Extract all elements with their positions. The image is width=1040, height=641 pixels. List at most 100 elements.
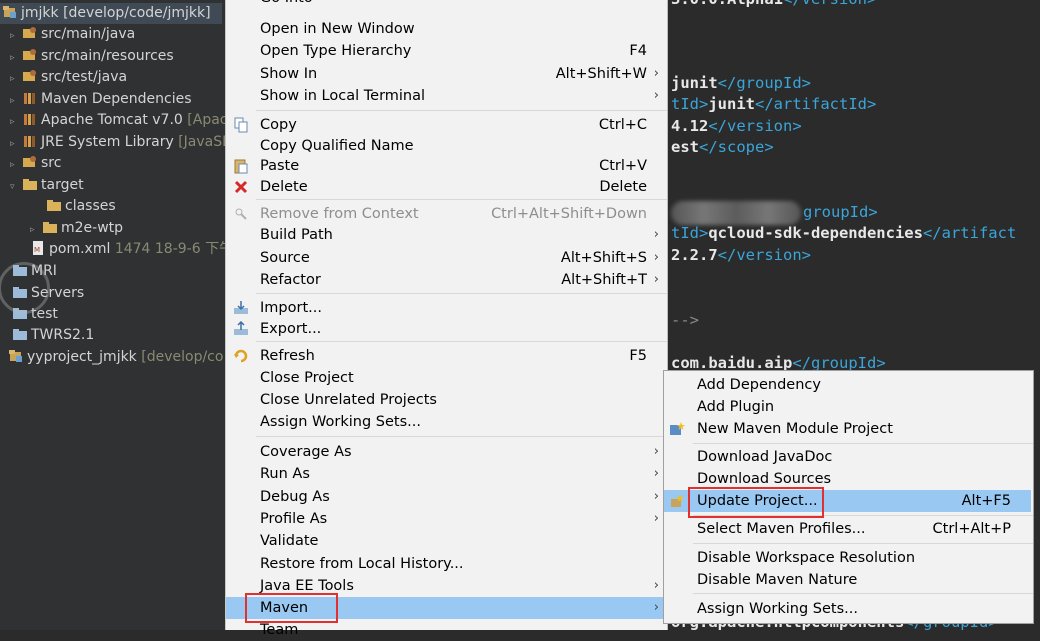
tree-item-label: classes	[65, 198, 116, 214]
tree-item-maven-dependencies[interactable]: ▹ Maven Dependencies	[10, 89, 192, 110]
submenu-arrow-icon: ›	[653, 66, 659, 81]
tree-item-label: Apache Tomcat v7.0	[41, 112, 188, 128]
expand-arrow-icon[interactable]: ▹	[10, 91, 22, 112]
code-line: est</scope>	[671, 138, 774, 156]
submenu-arrow-icon: ›	[653, 600, 659, 615]
menu-item-restore-local-history[interactable]: Restore from Local History...	[226, 553, 667, 575]
tree-item-label: JRE System Library	[41, 134, 179, 150]
source-folder-icon	[22, 47, 38, 63]
submenu-item-disable-maven-nature[interactable]: Disable Maven Nature	[664, 569, 1031, 591]
expand-arrow-icon[interactable]: ▹	[10, 112, 22, 133]
menu-item-build-path[interactable]: Build Path ›	[226, 224, 667, 246]
menu-item-refresh[interactable]: Refresh F5	[226, 345, 667, 367]
submenu-arrow-icon: ›	[653, 511, 659, 526]
menu-item-label: Copy	[260, 117, 297, 133]
menu-separator	[256, 341, 667, 342]
menu-item-label: Disable Maven Nature	[697, 572, 858, 588]
menu-item-label: Source	[260, 250, 310, 266]
menu-item-show-local-terminal[interactable]: Show in Local Terminal ›	[226, 85, 667, 107]
menu-item-coverage-as[interactable]: Coverage As ›	[226, 441, 667, 463]
menu-item-export[interactable]: Export...	[226, 318, 667, 340]
submenu-item-assign-working-sets[interactable]: Assign Working Sets...	[664, 598, 1031, 620]
tree-item-src-main-resources[interactable]: ▹ src/main/resources	[10, 46, 174, 67]
menu-item-debug-as[interactable]: Debug As ›	[226, 486, 667, 508]
library-icon	[22, 90, 38, 106]
menu-item-import[interactable]: Import...	[226, 297, 667, 319]
menu-separator	[693, 443, 1033, 444]
tree-item-m2e-wtp[interactable]: ▹ m2e-wtp	[30, 218, 123, 239]
submenu-arrow-icon: ›	[653, 444, 659, 459]
code-line: tId>qcloud-sdk-dependencies</artifact	[671, 224, 1017, 242]
menu-item-assign-working-sets[interactable]: Assign Working Sets...	[226, 411, 667, 433]
code-line: tId>junit</artifactId>	[671, 95, 877, 113]
tree-item-label: TWRS2.1	[31, 327, 95, 343]
submenu-item-add-plugin[interactable]: Add Plugin	[664, 396, 1031, 418]
menu-item-open-new-window[interactable]: Open in New Window	[226, 18, 667, 40]
menu-item-close-project[interactable]: Close Project	[226, 367, 667, 389]
tree-item-classes[interactable]: classes	[34, 196, 116, 217]
tree-item-decoration: 1474 18-9-6 下午	[114, 241, 232, 257]
menu-item-refactor[interactable]: Refactor Alt+Shift+T ›	[226, 269, 667, 291]
menu-item-validate[interactable]: Validate	[226, 530, 667, 552]
source-folder-icon	[22, 25, 38, 41]
menu-item-show-in[interactable]: Show In Alt+Shift+W ›	[226, 63, 667, 85]
source-folder-icon	[22, 68, 38, 84]
code-line: groupId>	[803, 203, 878, 221]
menu-item-label: Assign Working Sets...	[697, 601, 859, 617]
tree-item-jmjkk[interactable]: jmjkk [develop/code/jmjkk]	[0, 3, 222, 24]
expand-arrow-icon[interactable]: ▹	[30, 220, 42, 241]
tree-item-src-test-java[interactable]: ▹ src/test/java	[10, 67, 127, 88]
menu-item-remove-from-context[interactable]: Remove from Context Ctrl+Alt+Shift+Down	[226, 203, 667, 225]
tree-item-apache-tomcat[interactable]: ▹ Apache Tomcat v7.0 [Apac	[10, 110, 227, 131]
refresh-icon	[233, 348, 249, 364]
expand-arrow-icon[interactable]: ▹	[10, 26, 22, 47]
menu-item-label: New Maven Module Project	[697, 421, 893, 437]
menu-item-label: Profile As	[260, 511, 328, 527]
library-icon	[22, 111, 38, 127]
expand-arrow-icon[interactable]: ▹	[10, 48, 22, 69]
submenu-item-add-dependency[interactable]: Add Dependency	[664, 374, 1031, 396]
tree-item-pom-xml[interactable]: Mpom.xml 1474 18-9-6 下午	[18, 239, 232, 260]
submenu-item-disable-workspace-resolution[interactable]: Disable Workspace Resolution	[664, 547, 1031, 569]
expand-arrow-icon[interactable]: ▹	[10, 69, 22, 90]
tree-item-label: jmjkk [develop/code/jmjkk]	[21, 5, 211, 21]
menu-item-go-into[interactable]: Go Into	[226, 0, 667, 9]
folder-icon	[22, 176, 38, 192]
menu-item-source[interactable]: Source Alt+Shift+S ›	[226, 247, 667, 269]
menu-item-copy[interactable]: Copy Ctrl+C	[226, 114, 667, 136]
tree-item-src[interactable]: ▹ src	[10, 153, 61, 174]
menu-item-run-as[interactable]: Run As ›	[226, 463, 667, 485]
copy-icon	[233, 117, 249, 133]
submenu-arrow-icon: ›	[653, 466, 659, 481]
submenu-item-download-javadoc[interactable]: Download JavaDoc	[664, 446, 1031, 468]
menu-item-delete[interactable]: Delete Delete	[226, 176, 667, 198]
submenu-item-select-maven-profiles[interactable]: Select Maven Profiles... Ctrl+Alt+P	[664, 518, 1031, 540]
update-project-icon	[669, 493, 685, 509]
menu-item-paste[interactable]: Paste Ctrl+V	[226, 155, 667, 177]
submenu-item-new-maven-module[interactable]: New Maven Module Project	[664, 418, 1031, 440]
menu-item-profile-as[interactable]: Profile As ›	[226, 508, 667, 530]
collapse-arrow-icon[interactable]: ▿	[10, 177, 22, 198]
menu-item-shortcut: Ctrl+Alt+Shift+Down	[491, 206, 647, 222]
expand-arrow-icon[interactable]: ▹	[10, 155, 22, 176]
tree-item-label: m2e-wtp	[61, 220, 124, 236]
import-icon	[233, 300, 249, 316]
menu-item-copy-qualified-name[interactable]: Copy Qualified Name	[226, 135, 667, 157]
tree-item-label: src/main/resources	[41, 48, 174, 64]
tree-item-twrs[interactable]: TWRS2.1	[0, 325, 94, 346]
expand-arrow-icon[interactable]: ▹	[10, 134, 22, 155]
menu-item-label: Add Dependency	[697, 377, 821, 393]
code-line: 2.2.7</version>	[671, 246, 811, 264]
tree-item-jre-system-library[interactable]: ▹ JRE System Library [JavaSE	[10, 132, 231, 153]
code-line: -->	[671, 311, 699, 329]
menu-item-open-type-hierarchy[interactable]: Open Type Hierarchy F4	[226, 40, 667, 62]
folder-icon	[42, 219, 58, 235]
tree-item-label: target	[41, 177, 84, 193]
menu-item-close-unrelated-projects[interactable]: Close Unrelated Projects	[226, 389, 667, 411]
tree-item-src-main-java[interactable]: ▹ src/main/java	[10, 24, 135, 45]
tree-item-target[interactable]: ▿ target	[10, 175, 84, 196]
tree-item-yyproject[interactable]: yyproject_jmjkk [develop/co	[0, 347, 223, 368]
submenu-arrow-icon: ›	[653, 578, 659, 593]
source-folder-icon	[22, 154, 38, 170]
menu-item-label: Show In	[260, 66, 318, 82]
